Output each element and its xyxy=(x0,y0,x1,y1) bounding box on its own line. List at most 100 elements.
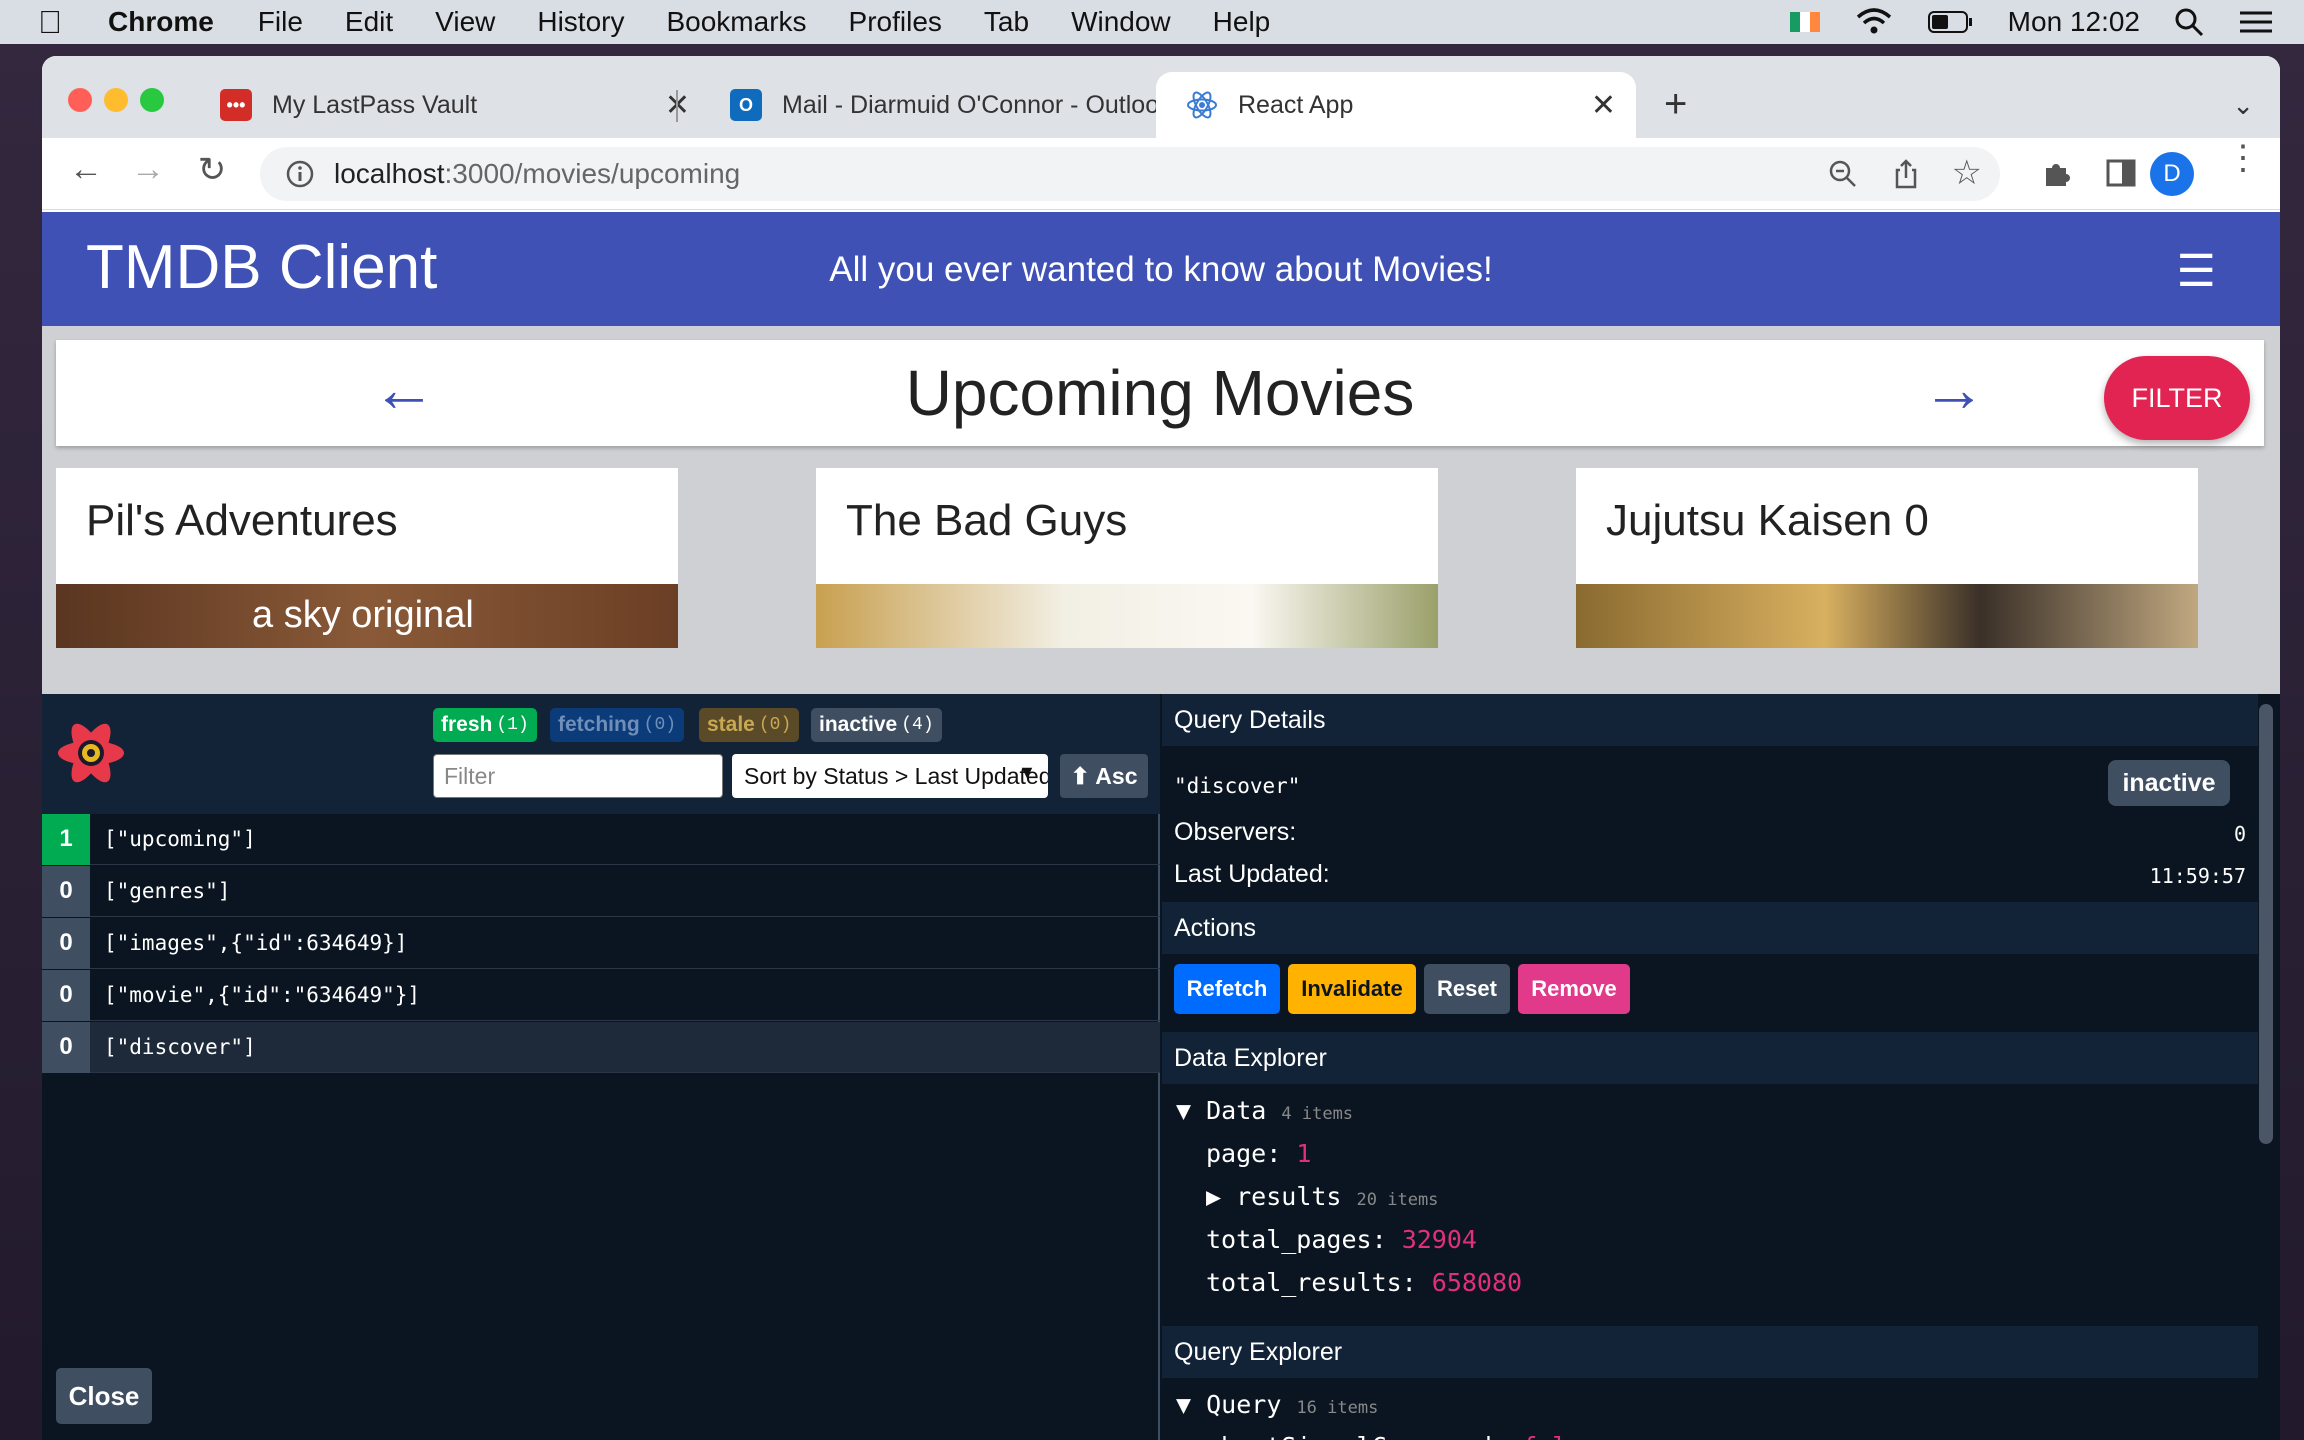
query-row[interactable]: 0 ["movie",{"id":"634649"}] xyxy=(42,969,1160,1021)
movie-poster[interactable] xyxy=(816,584,1438,648)
devtools-toolbar: fresh (1) fetching (0) stale (0) inactive (4… xyxy=(42,694,1160,814)
badge-count: (4) xyxy=(901,715,934,735)
tab-title: My LastPass Vault xyxy=(272,90,478,119)
status-badge-inactive: inactive (4) xyxy=(811,708,942,742)
share-icon[interactable] xyxy=(1892,159,1920,189)
observer-count: 0 xyxy=(42,1021,90,1073)
url-host: localhost xyxy=(334,158,445,189)
window-minimize-button[interactable] xyxy=(104,88,128,112)
battery-icon[interactable] xyxy=(1927,10,1974,34)
data-root-label: Data xyxy=(1206,1096,1267,1125)
menu-help[interactable]: Help xyxy=(1213,6,1271,38)
profile-initial: D xyxy=(2163,160,2181,187)
query-details-heading: Query Details xyxy=(1162,694,2258,746)
app-subtitle: All you ever wanted to know about Movies… xyxy=(829,250,1493,289)
hamburger-menu-icon[interactable]: ☰ xyxy=(2177,246,2216,297)
status-badge-fresh: fresh (1) xyxy=(433,708,537,742)
invalidate-button[interactable]: Invalidate xyxy=(1288,964,1416,1014)
menu-clock[interactable]: Mon 12:02 xyxy=(2008,6,2140,38)
query-key: ["movie",{"id":"634649"}] xyxy=(104,983,421,1007)
query-key: ["upcoming"] xyxy=(104,827,256,851)
field-value: 658080 xyxy=(1431,1268,1523,1297)
url-path: :3000/movies/upcoming xyxy=(444,158,741,189)
badge-label: stale xyxy=(707,713,755,736)
tab-close-icon[interactable]: ✕ xyxy=(1591,88,1616,123)
movie-poster[interactable] xyxy=(1576,584,2198,648)
back-icon[interactable]: ← xyxy=(64,150,108,189)
forward-icon[interactable]: → xyxy=(126,150,170,189)
badge-count: (0) xyxy=(643,715,677,735)
zoom-out-icon[interactable] xyxy=(1828,159,1858,189)
observer-count: 0 xyxy=(42,865,90,917)
menu-profiles[interactable]: Profiles xyxy=(849,6,942,38)
remove-button[interactable]: Remove xyxy=(1518,964,1630,1014)
refetch-button[interactable]: Refetch xyxy=(1174,964,1280,1014)
data-field-results[interactable]: ▶ results 20 items xyxy=(1206,1182,1438,1211)
new-tab-icon[interactable]: + xyxy=(1664,82,1687,127)
movie-card[interactable]: Pil's Adventures a sky original xyxy=(56,468,678,648)
query-root-count: 16 items xyxy=(1296,1398,1379,1418)
menu-view[interactable]: View xyxy=(435,6,495,38)
menu-history[interactable]: History xyxy=(537,6,624,38)
field-key: abortSignalConsumed: xyxy=(1206,1432,1507,1440)
window-close-button[interactable] xyxy=(68,88,92,112)
sort-direction-button[interactable]: ⬆ Asc xyxy=(1060,754,1148,798)
profile-avatar[interactable]: D xyxy=(2150,152,2194,196)
arrow-forward-icon[interactable]: → xyxy=(1922,352,1986,426)
control-center-icon[interactable] xyxy=(2238,8,2274,36)
tab-lastpass[interactable]: ••• My LastPass Vault ✕ xyxy=(190,72,710,138)
side-panel-icon[interactable] xyxy=(2106,158,2136,188)
status-badge-stale: stale (0) xyxy=(699,708,800,742)
observer-count: 0 xyxy=(42,917,90,969)
wifi-icon[interactable] xyxy=(1854,7,1894,37)
window-zoom-button[interactable] xyxy=(140,88,164,112)
filter-button[interactable]: FILTER xyxy=(2104,356,2250,440)
spotlight-search-icon[interactable] xyxy=(2174,7,2204,37)
menu-app-name[interactable]: Chrome xyxy=(108,6,214,38)
details-scrollbar[interactable] xyxy=(2259,704,2273,1144)
observers-label: Observers: xyxy=(1174,818,1297,846)
browser-toolbar: ← → ↻ localhost:3000/movies/upcoming ☆ D… xyxy=(42,138,2280,210)
menu-edit[interactable]: Edit xyxy=(345,6,393,38)
menu-tab[interactable]: Tab xyxy=(984,6,1029,38)
apple-icon[interactable]:  xyxy=(38,4,78,41)
extensions-icon[interactable] xyxy=(2040,158,2072,190)
close-devtools-button[interactable]: Close xyxy=(56,1368,152,1424)
irish-flag-icon[interactable] xyxy=(1789,12,1820,32)
chevron-down-icon: ▼ xyxy=(1018,762,1036,782)
tab-strip: ••• My LastPass Vault ✕ O Mail - Diarmui… xyxy=(42,56,2280,138)
movie-card[interactable]: The Bad Guys xyxy=(816,468,1438,648)
tab-search-chevron-icon[interactable]: ⌄ xyxy=(2232,90,2254,121)
query-filter-input[interactable]: Filter xyxy=(433,754,723,798)
poster-overlay-text: a sky original xyxy=(252,594,474,636)
browser-menu-icon[interactable]: ⋮ xyxy=(2226,141,2260,175)
page-header: ← Upcoming Movies → xyxy=(56,340,2264,446)
query-row[interactable]: 0 ["genres"] xyxy=(42,865,1160,917)
field-value: false xyxy=(1522,1432,1597,1440)
query-list-panel: fresh (1) fetching (0) stale (0) inactive (4… xyxy=(42,694,1160,1440)
outlook-icon: O xyxy=(730,89,762,121)
address-bar[interactable]: localhost:3000/movies/upcoming ☆ xyxy=(260,147,2000,201)
site-info-icon[interactable] xyxy=(286,160,314,188)
data-tree-root[interactable]: ▼ Data 4 items xyxy=(1176,1096,1353,1125)
reset-button[interactable]: Reset xyxy=(1424,964,1510,1014)
query-row-selected[interactable]: 0 ["discover"] xyxy=(42,1021,1160,1073)
query-root-label: Query xyxy=(1206,1390,1282,1419)
menu-file[interactable]: File xyxy=(258,6,303,38)
sort-select[interactable]: Sort by Status > Last Updated ▼ xyxy=(732,754,1048,798)
menu-window[interactable]: Window xyxy=(1071,6,1171,38)
menu-bookmarks[interactable]: Bookmarks xyxy=(666,6,806,38)
badge-label: fetching xyxy=(558,713,640,736)
tab-react-app[interactable]: React App ✕ xyxy=(1156,72,1636,138)
field-key: page: xyxy=(1206,1139,1282,1168)
query-tree-root[interactable]: ▼ Query 16 items xyxy=(1176,1390,1378,1419)
query-row[interactable]: 1 ["upcoming"] xyxy=(42,813,1160,865)
reload-icon[interactable]: ↻ xyxy=(190,150,234,190)
movie-poster[interactable]: a sky original xyxy=(56,584,678,648)
bookmark-star-icon[interactable]: ☆ xyxy=(1952,153,1982,193)
query-row[interactable]: 0 ["images",{"id":634649}] xyxy=(42,917,1160,969)
tab-outlook-mail[interactable]: O Mail - Diarmuid O'Connor - Outlook ✕ xyxy=(700,72,1200,138)
observer-count: 1 xyxy=(42,813,90,865)
app-bar: TMDB Client All you ever wanted to know … xyxy=(42,212,2280,326)
movie-card[interactable]: Jujutsu Kaisen 0 xyxy=(1576,468,2198,648)
